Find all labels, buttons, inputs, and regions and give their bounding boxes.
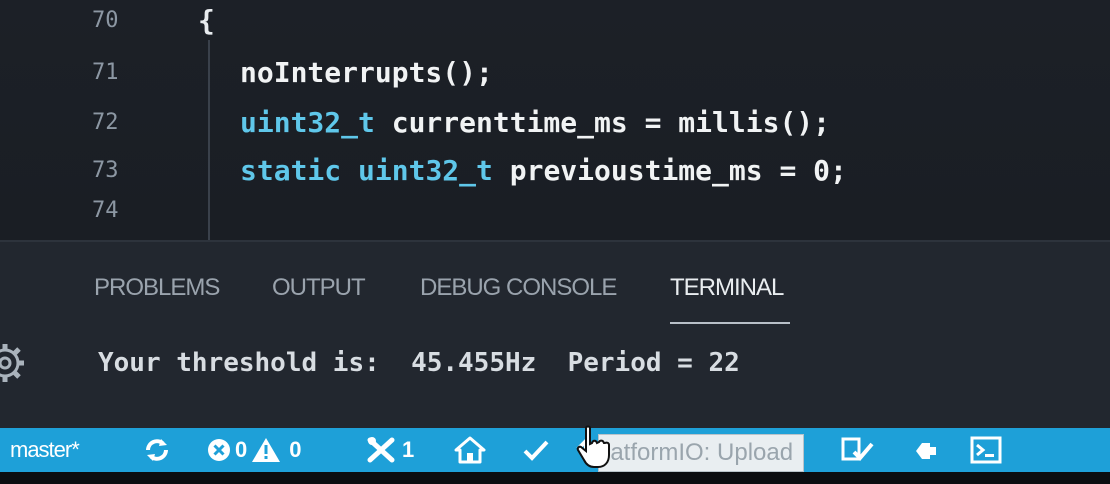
- branch-label: master*: [10, 437, 80, 462]
- home-icon: [454, 436, 486, 464]
- code-text: noInterrupts();: [240, 50, 493, 96]
- clean-button[interactable]: [840, 428, 874, 472]
- build-button[interactable]: [522, 428, 550, 472]
- warning-count: 0: [289, 437, 302, 462]
- code-line-72[interactable]: 72 uint32_t currenttime_ms = millis();: [0, 100, 1110, 146]
- check-icon: [523, 440, 549, 461]
- panel-tab-bar: PROBLEMS OUTPUT DEBUG CONSOLE TERMINAL: [0, 242, 1110, 332]
- problems-indicator[interactable]: 0 0: [206, 428, 302, 472]
- code-line-74[interactable]: 74: [0, 188, 1110, 234]
- taskbar-edge: [0, 472, 1110, 484]
- code-line-70[interactable]: 70 {: [0, 0, 1110, 44]
- line-number: 70: [92, 8, 119, 33]
- error-count: 0: [235, 437, 248, 462]
- tasks-indicator[interactable]: 1: [366, 428, 414, 472]
- code-token: uint32_t: [358, 154, 493, 187]
- serial-icon: [906, 443, 936, 459]
- code-text: {: [198, 4, 215, 37]
- tab-problems[interactable]: PROBLEMS: [94, 274, 220, 302]
- gear-icon[interactable]: [0, 342, 26, 384]
- tab-terminal[interactable]: TERMINAL: [670, 274, 784, 302]
- code-token: uint32_t: [240, 106, 375, 139]
- tab-output[interactable]: OUTPUT: [272, 274, 366, 302]
- code-token: noInterrupts();: [240, 56, 493, 89]
- code-token: static: [240, 154, 342, 187]
- platformio-home-button[interactable]: [454, 428, 486, 472]
- upload-tooltip: latformIO: Upload: [598, 434, 805, 472]
- code-editor[interactable]: 70 { 71 noInterrupts(); 72 uint32_t curr…: [0, 0, 1110, 240]
- line-number: 71: [92, 60, 119, 85]
- tools-icon: [367, 437, 395, 463]
- status-bar: master* 0 0 1: [0, 428, 1110, 472]
- terminal-icon: [970, 436, 1002, 464]
- terminal-output[interactable]: Your threshold is: 45.455Hz Period = 22: [98, 348, 740, 378]
- sync-button[interactable]: [144, 428, 170, 472]
- active-tab-indicator: [670, 322, 790, 324]
- code-token: previoustime_ms = 0;: [492, 154, 847, 187]
- code-text: uint32_t currenttime_ms = millis();: [240, 100, 830, 146]
- task-count: 1: [402, 437, 415, 462]
- line-number: 74: [92, 198, 119, 223]
- branch-indicator[interactable]: master*: [10, 428, 80, 472]
- ide-window: 70 { 71 noInterrupts(); 72 uint32_t curr…: [0, 0, 1110, 484]
- code-token: currenttime_ms = millis();: [374, 106, 831, 139]
- terminal-button[interactable]: [970, 428, 1002, 472]
- bottom-panel: PROBLEMS OUTPUT DEBUG CONSOLE TERMINAL Y…: [0, 240, 1110, 432]
- line-number: 72: [92, 110, 119, 135]
- error-icon: [208, 439, 230, 461]
- tab-debug-console[interactable]: DEBUG CONSOLE: [420, 274, 617, 302]
- clean-icon: [841, 437, 874, 461]
- tooltip-text: latformIO: Upload: [605, 439, 794, 466]
- sync-icon: [146, 439, 168, 461]
- serial-monitor-button[interactable]: [904, 428, 938, 472]
- warning-icon: [252, 438, 281, 462]
- code-line-71[interactable]: 71 noInterrupts();: [0, 50, 1110, 96]
- hand-cursor-icon: [576, 425, 610, 468]
